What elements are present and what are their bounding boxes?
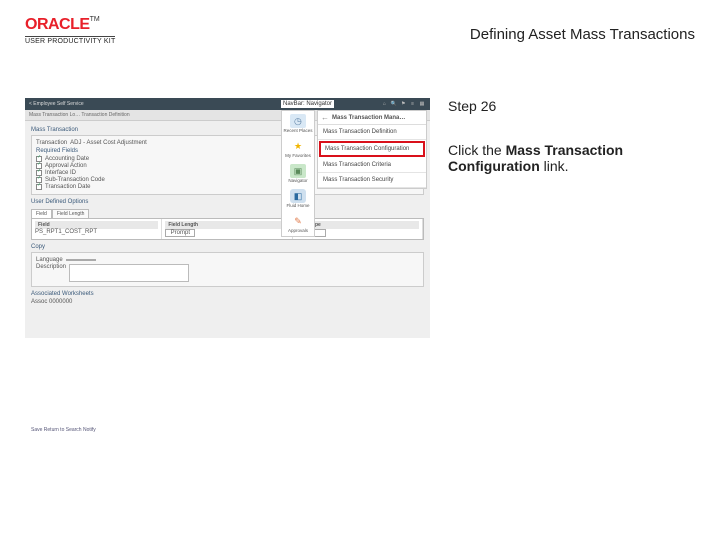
rail-approvals[interactable]: ✎ Approvals bbox=[288, 214, 308, 233]
rail-label: Fluid Home bbox=[286, 203, 309, 208]
grid-cell[interactable]: Prompt bbox=[165, 229, 195, 237]
rail-label: Recent Places bbox=[283, 128, 312, 133]
compass-icon: ▣ bbox=[290, 164, 306, 178]
approvals-icon: ✎ bbox=[290, 214, 306, 228]
breadcrumb[interactable]: Mass Transaction Lo… Transaction Definit… bbox=[29, 112, 130, 118]
app-topbar: < Employee Self Service ⌂ 🔍 ⚑ ≡ ▦ bbox=[25, 98, 430, 110]
flag-icon[interactable]: ⚑ bbox=[399, 101, 407, 107]
grid-col-len: Field Length Prompt bbox=[162, 219, 292, 239]
checkbox-icon[interactable] bbox=[36, 184, 42, 190]
editor-header: User Defined Options bbox=[31, 199, 424, 205]
language-select[interactable] bbox=[66, 259, 96, 261]
fluid-home-icon: ◧ bbox=[290, 189, 306, 203]
grid-icon[interactable]: ▦ bbox=[418, 101, 426, 107]
nav-panel: ← Mass Transaction Mana… Mass Transactio… bbox=[317, 110, 427, 189]
ref-header: Associated Worksheets bbox=[31, 291, 424, 297]
nav-item-configuration[interactable]: Mass Transaction Configuration bbox=[319, 141, 425, 157]
required-item: Sub-Transaction Code bbox=[45, 177, 105, 183]
grid-header: Field bbox=[35, 221, 158, 229]
grid-cell: PS_RPT1_COST_RPT bbox=[35, 229, 158, 235]
app-topbar-icons: ⌂ 🔍 ⚑ ≡ ▦ bbox=[380, 101, 426, 107]
required-item: Accounting Date bbox=[45, 156, 89, 162]
brand-subtitle: USER PRODUCTIVITY KIT bbox=[25, 36, 115, 45]
star-icon: ★ bbox=[290, 139, 306, 153]
app-screenshot: < Employee Self Service ⌂ 🔍 ⚑ ≡ ▦ Mass T… bbox=[25, 98, 430, 338]
rail-label: My Favorites bbox=[285, 153, 311, 158]
nav-rail: ◷ Recent Places ★ My Favorites ▣ Navigat… bbox=[281, 110, 315, 237]
nav-item-security[interactable]: Mass Transaction Security bbox=[318, 173, 426, 188]
editor-tabs: Field Field Length bbox=[31, 209, 424, 218]
grid-col-field: Field PS_RPT1_COST_RPT bbox=[32, 219, 162, 239]
clock-icon: ◷ bbox=[290, 114, 306, 128]
description-textarea[interactable] bbox=[69, 264, 189, 282]
instruction-text: Click the Mass Transaction Configuration… bbox=[448, 142, 695, 174]
instruction-post: link. bbox=[540, 158, 569, 174]
search-icon[interactable]: 🔍 bbox=[390, 101, 398, 107]
required-item: Transaction Date bbox=[45, 184, 90, 190]
brand-logo: ORACLETM USER PRODUCTIVITY KIT bbox=[25, 16, 115, 45]
step-number: Step 26 bbox=[448, 98, 695, 114]
trademark: TM bbox=[90, 16, 100, 23]
main-area: < Employee Self Service ⌂ 🔍 ⚑ ≡ ▦ Mass T… bbox=[0, 98, 720, 348]
copy-header: Copy bbox=[31, 244, 424, 250]
nav-item-criteria[interactable]: Mass Transaction Criteria bbox=[318, 158, 426, 173]
grid-header: Field Length bbox=[165, 221, 288, 229]
txn-label: Transaction bbox=[36, 140, 67, 146]
rail-label: Approvals bbox=[288, 228, 308, 233]
menu-icon[interactable]: ≡ bbox=[409, 101, 417, 107]
instruction-pre: Click the bbox=[448, 142, 506, 158]
navbar-label: NavBar: Navigator bbox=[281, 100, 334, 108]
copy-box: Language Description bbox=[31, 252, 424, 287]
rail-recent-places[interactable]: ◷ Recent Places bbox=[283, 114, 312, 133]
page-header: ORACLETM USER PRODUCTIVITY KIT Defining … bbox=[0, 0, 720, 58]
editor-grid: Field PS_RPT1_COST_RPT Field Length Prom… bbox=[31, 218, 424, 240]
app-back-link[interactable]: < Employee Self Service bbox=[29, 101, 84, 107]
tab-field-length[interactable]: Field Length bbox=[52, 209, 90, 218]
nav-panel-title: Mass Transaction Mana… bbox=[332, 115, 405, 121]
app-footer-links[interactable]: Save Return to Search Notify bbox=[31, 427, 424, 433]
required-item: Interface ID bbox=[45, 170, 76, 176]
rail-navigator[interactable]: ▣ Navigator bbox=[288, 164, 307, 183]
nav-item-definition[interactable]: Mass Transaction Definition bbox=[318, 125, 426, 140]
nav-panel-header: ← Mass Transaction Mana… bbox=[318, 111, 426, 125]
brand-name: ORACLE bbox=[25, 16, 90, 33]
back-arrow-icon[interactable]: ← bbox=[321, 113, 329, 122]
required-item: Approval Action bbox=[45, 163, 87, 169]
rail-my-favorites[interactable]: ★ My Favorites bbox=[285, 139, 311, 158]
tab-field[interactable]: Field bbox=[31, 209, 52, 218]
ref-value[interactable]: Assoc 0000000 bbox=[31, 299, 72, 305]
page-title: Defining Asset Mass Transactions bbox=[470, 26, 695, 43]
rail-fluid-home[interactable]: ◧ Fluid Home bbox=[286, 189, 309, 208]
home-icon[interactable]: ⌂ bbox=[380, 101, 388, 107]
copy-label: Language bbox=[36, 257, 63, 263]
instruction-pane: Step 26 Click the Mass Transaction Confi… bbox=[430, 98, 720, 348]
rail-label: Navigator bbox=[288, 178, 307, 183]
desc-label: Description bbox=[36, 264, 66, 270]
txn-value: ADJ - Asset Cost Adjustment bbox=[70, 140, 147, 146]
